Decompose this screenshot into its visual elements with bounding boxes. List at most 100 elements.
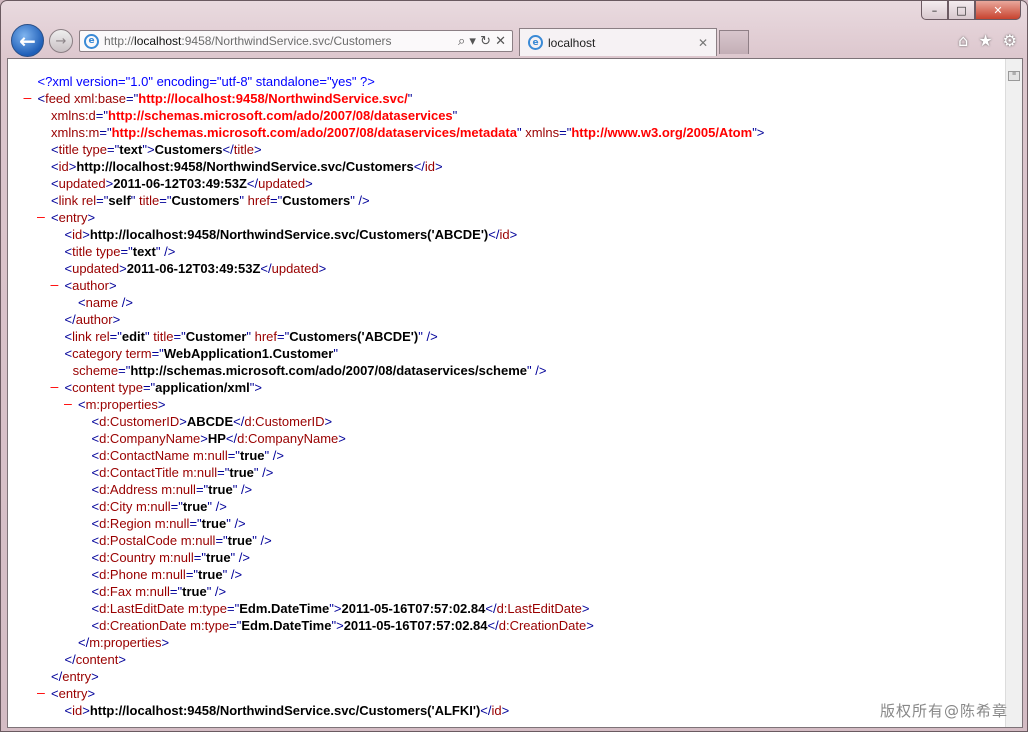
xml-token: link xyxy=(58,193,79,208)
xml-token: m:type xyxy=(184,601,227,616)
xml-token: d:PostalCode xyxy=(99,533,178,548)
collapse-toggle[interactable]: – xyxy=(37,685,45,702)
address-text[interactable]: http://localhost:9458/NorthwindService.s… xyxy=(104,34,458,48)
xml-token: m:null xyxy=(177,533,216,548)
xml-token: true xyxy=(227,533,253,548)
xml-token: > xyxy=(200,431,208,446)
maximize-button[interactable]: □ xyxy=(948,1,975,20)
xml-token: </ xyxy=(222,142,234,157)
xml-token: true xyxy=(182,499,208,514)
favorites-star-icon[interactable]: ★ xyxy=(978,31,992,50)
minimize-button[interactable]: – xyxy=(921,1,948,20)
xml-token: </ xyxy=(51,669,63,684)
xml-token: < xyxy=(51,159,59,174)
xml-token: scheme xyxy=(72,363,119,378)
xml-token: " xyxy=(407,91,413,106)
xml-token: http://localhost:9458/NorthwindService.s… xyxy=(76,159,414,174)
xml-token: > xyxy=(82,227,90,242)
xml-token: entry xyxy=(58,210,88,225)
collapse-toggle[interactable]: – xyxy=(64,396,72,413)
xml-token: > xyxy=(161,635,170,650)
xml-token: "> xyxy=(249,380,263,395)
xml-token: < xyxy=(51,686,59,701)
xml-token: =" xyxy=(99,125,112,140)
xml-token: </ xyxy=(64,652,76,667)
home-icon[interactable]: ⌂ xyxy=(958,31,968,50)
collapse-toggle[interactable]: – xyxy=(51,379,59,396)
xml-token: > xyxy=(82,703,90,718)
xml-token: entry xyxy=(62,669,92,684)
xml-token: =" xyxy=(95,108,109,123)
xml-token: m:null xyxy=(131,584,170,599)
xml-token: 2011-06-12T03:49:53Z xyxy=(113,176,247,191)
xml-token: author xyxy=(72,278,109,293)
xml-token: /> xyxy=(118,295,133,310)
xml-token: Customers xyxy=(171,193,240,208)
xml-token: 2011-06-12T03:49:53Z xyxy=(126,261,261,276)
xml-token: < xyxy=(91,618,100,633)
xml-token: < xyxy=(91,482,100,497)
collapse-toggle[interactable]: – xyxy=(24,90,32,107)
xml-token: =" xyxy=(173,329,186,344)
xml-token: " /> xyxy=(230,550,250,565)
address-bar[interactable]: e http://localhost:9458/NorthwindService… xyxy=(79,30,513,52)
xml-token: > xyxy=(253,142,262,157)
back-arrow-icon: ← xyxy=(19,28,36,53)
xml-token: id xyxy=(499,227,510,242)
xml-token: < xyxy=(51,176,59,191)
address-scheme: http:// xyxy=(104,34,135,48)
collapse-toggle[interactable]: – xyxy=(37,209,45,226)
xml-token: < xyxy=(64,278,73,293)
xml-token: < xyxy=(37,91,46,106)
xml-token: > xyxy=(318,261,327,276)
xml-token: < xyxy=(51,193,59,208)
xml-token: m:null xyxy=(178,465,218,480)
xml-token: "> xyxy=(752,125,765,140)
new-tab-button[interactable] xyxy=(719,30,749,54)
xml-token: d:LastEditDate xyxy=(496,601,582,616)
xml-token: =" xyxy=(126,91,139,106)
xml-token: < xyxy=(91,533,100,548)
xml-token: < xyxy=(64,227,73,242)
tab-localhost[interactable]: e localhost ✕ xyxy=(519,28,717,56)
command-icons: ⌂ ★ ⚙ xyxy=(958,31,1017,50)
xml-token: Edm.DateTime xyxy=(239,601,330,616)
scrollbar-thumb[interactable]: ≡ xyxy=(1008,71,1020,81)
xml-token: true xyxy=(208,482,233,497)
tab-label: localhost xyxy=(548,35,596,50)
xml-token: m:properties xyxy=(89,635,162,650)
xml-token: true xyxy=(182,584,207,599)
xml-token: > xyxy=(87,686,96,701)
forward-button[interactable]: → xyxy=(49,29,73,53)
xml-token: </ xyxy=(480,703,492,718)
xml-token: m:null xyxy=(155,550,194,565)
xml-token: text xyxy=(132,244,156,259)
xml-token: < xyxy=(64,244,73,259)
tab-close-icon[interactable]: ✕ xyxy=(698,36,708,50)
xml-token: < xyxy=(91,414,100,429)
xml-token: d:Address xyxy=(99,482,158,497)
xml-token: =" xyxy=(118,363,131,378)
tools-gear-icon[interactable]: ⚙ xyxy=(1003,31,1017,50)
collapse-toggle[interactable]: – xyxy=(51,277,59,294)
xml-token: true xyxy=(205,550,231,565)
xml-token: d:CreationDate xyxy=(99,618,187,633)
ie-page-icon: e xyxy=(84,33,99,49)
xml-token: updated xyxy=(258,176,306,191)
xml-token: =" xyxy=(169,584,183,599)
back-button[interactable]: ← xyxy=(11,24,44,57)
xml-token: content xyxy=(75,652,119,667)
xml-token: HP xyxy=(207,431,226,446)
xml-token: " /> xyxy=(264,448,284,463)
navigation-bar: ← → e http://localhost:9458/NorthwindSer… xyxy=(7,23,1021,57)
xml-token: =" xyxy=(277,329,290,344)
xml-token: =" xyxy=(193,550,206,565)
close-window-button[interactable]: ✕ xyxy=(975,1,1021,20)
xml-token: d:CustomerID xyxy=(99,414,180,429)
xml-token: > xyxy=(305,176,313,191)
address-tools[interactable]: ⌕ ▾ ↻ ✕ xyxy=(458,34,512,49)
vertical-scrollbar[interactable]: ≡ xyxy=(1005,59,1022,727)
xml-token: " /> xyxy=(206,584,227,599)
xml-token: < xyxy=(78,295,86,310)
xml-token: Customers xyxy=(282,193,351,208)
